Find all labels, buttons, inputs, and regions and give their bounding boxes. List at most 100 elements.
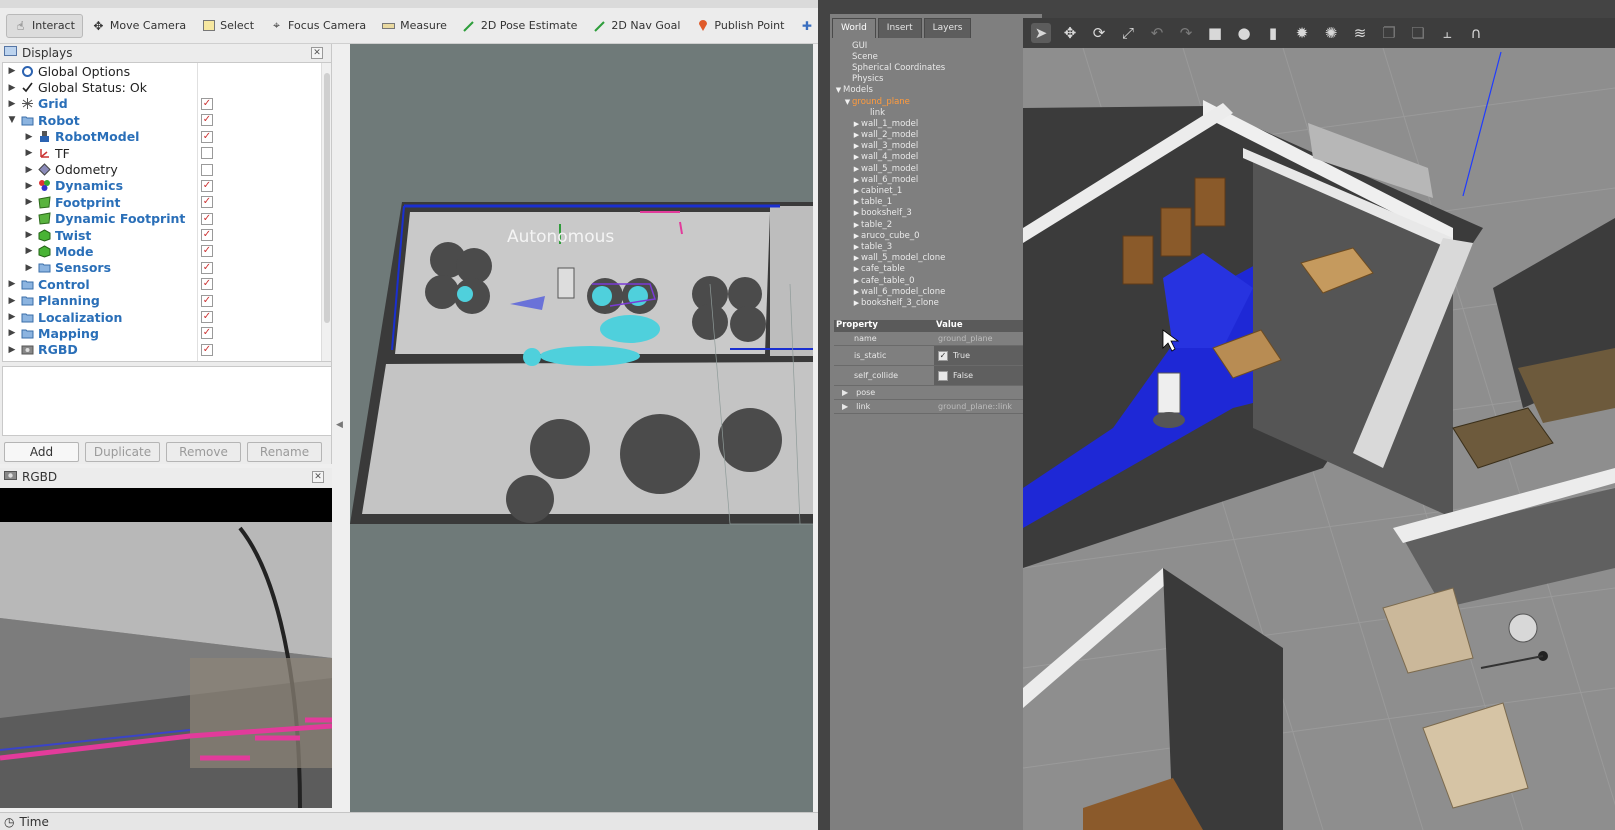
chevron-down-icon[interactable]: ▼ (7, 115, 17, 125)
select-tool[interactable]: Select (195, 14, 261, 38)
chevron-right-icon[interactable]: ▶ (852, 288, 861, 296)
display-item-global-status-ok[interactable]: ▶ Global Status: Ok (3, 79, 331, 95)
chevron-right-icon[interactable]: ▶ (852, 209, 861, 217)
display-item-mapping[interactable]: ▶ Mapping ✓ (3, 325, 331, 341)
world-tree-item[interactable]: ▼ ground_plane (834, 96, 1032, 107)
redo-icon[interactable]: ↷ (1176, 23, 1196, 43)
tab-world[interactable]: World (832, 18, 876, 38)
world-tree-item[interactable]: ▶ wall_5_model (834, 163, 1032, 174)
chevron-right-icon[interactable]: ▶ (7, 99, 17, 109)
rviz-3d-view[interactable]: Autonomous (350, 44, 813, 812)
world-tree-item[interactable]: ▶ table_1 (834, 197, 1032, 208)
is-static-checkbox[interactable]: ✓ (938, 350, 948, 361)
chevron-down-icon[interactable]: ▼ (834, 86, 843, 94)
world-tree-item[interactable]: ▶ cabinet_1 (834, 185, 1032, 196)
chevron-right-icon[interactable]: ▶ (7, 83, 17, 93)
world-tree-item[interactable]: ▶ table_3 (834, 241, 1032, 252)
chevron-right-icon[interactable]: ▶ (24, 132, 34, 142)
display-item-global-options[interactable]: ▶ Global Options (3, 63, 331, 79)
display-item-grid[interactable]: ▶ Grid ✓ (3, 96, 331, 112)
tree-scrollbar-thumb[interactable] (324, 73, 330, 323)
display-item-localization[interactable]: ▶ Localization ✓ (3, 309, 331, 325)
world-tree-item[interactable]: ▶ cafe_table (834, 264, 1032, 275)
display-item-sensors[interactable]: ▶ Sensors ✓ (3, 260, 331, 276)
display-item-planning[interactable]: ▶ Planning ✓ (3, 292, 331, 308)
property-row-pose[interactable]: ▶ pose (834, 386, 1034, 400)
display-item-control[interactable]: ▶ Control ✓ (3, 276, 331, 292)
display-enabled-checkbox[interactable]: ✓ (201, 327, 213, 340)
tree-scrollbar[interactable] (321, 63, 331, 361)
chevron-right-icon[interactable]: ▶ (852, 176, 861, 184)
rotate-icon[interactable]: ⟳ (1089, 23, 1109, 43)
world-tree-item[interactable]: ▶ aruco_cube_0 (834, 230, 1032, 241)
chevron-right-icon[interactable]: ▶ (852, 232, 861, 240)
self-collide-checkbox[interactable] (938, 370, 948, 381)
display-item-rgbd[interactable]: ▶ RGBD ✓ (3, 342, 331, 358)
chevron-right-icon[interactable]: ▶ (7, 296, 17, 306)
display-item-dynamics[interactable]: ▶ Dynamics ✓ (3, 178, 331, 194)
world-tree-item[interactable]: Scene (834, 51, 1032, 62)
self-collide-field[interactable]: False (934, 366, 1034, 385)
pose-section[interactable]: ▶ pose (834, 388, 875, 397)
add-display-button[interactable]: Add (4, 442, 79, 462)
pose-estimate-tool[interactable]: 2D Pose Estimate (456, 14, 585, 38)
chevron-right-icon[interactable]: ▶ (24, 214, 34, 224)
display-enabled-checkbox[interactable]: ✓ (201, 196, 213, 209)
link-section[interactable]: ▶ link (834, 402, 934, 411)
world-tree-item[interactable]: GUI (834, 40, 1032, 51)
tab-layers[interactable]: Layers (923, 18, 972, 38)
display-enabled-checkbox[interactable]: ✓ (201, 278, 213, 291)
chevron-right-icon[interactable]: ▶ (852, 265, 861, 273)
scale-icon[interactable]: ⤢ (1118, 23, 1138, 43)
chevron-right-icon[interactable]: ▶ (852, 153, 861, 161)
chevron-right-icon[interactable]: ▶ (24, 181, 34, 191)
chevron-right-icon[interactable]: ▶ (24, 230, 34, 240)
interact-tool[interactable]: ☝ Interact (6, 13, 83, 38)
display-item-robot[interactable]: ▼ Robot ✓ (3, 112, 331, 128)
move-camera-tool[interactable]: ✥ Move Camera (85, 14, 193, 38)
world-tree-item[interactable]: link (834, 107, 1032, 118)
align-icon[interactable]: ⫠ (1437, 23, 1457, 43)
chevron-right-icon[interactable]: ▶ (852, 187, 861, 195)
box-shape-icon[interactable]: ■ (1205, 23, 1225, 43)
chevron-right-icon[interactable]: ▶ (852, 131, 861, 139)
property-row-link[interactable]: ▶ link ground_plane::link (834, 400, 1034, 414)
chevron-right-icon[interactable]: ▶ (24, 197, 34, 207)
world-tree-item[interactable]: ▶ bookshelf_3_clone (834, 297, 1032, 308)
sphere-shape-icon[interactable]: ● (1234, 23, 1254, 43)
display-enabled-checkbox[interactable]: ✓ (201, 97, 213, 110)
measure-tool[interactable]: Measure (375, 14, 454, 38)
display-item-footprint[interactable]: ▶ Footprint ✓ (3, 194, 331, 210)
close-icon[interactable]: ✕ (311, 47, 323, 59)
is-static-field[interactable]: ✓ True (934, 346, 1034, 365)
undo-icon[interactable]: ↶ (1147, 23, 1167, 43)
world-tree-item[interactable]: ▶ wall_4_model (834, 152, 1032, 163)
expand-arrow-icon[interactable]: ▶ (842, 388, 848, 397)
translate-icon[interactable]: ✥ (1060, 23, 1080, 43)
duplicate-display-button[interactable]: Duplicate (85, 442, 160, 462)
chevron-down-icon[interactable]: ▼ (843, 98, 852, 106)
rename-display-button[interactable]: Rename (247, 442, 322, 462)
cylinder-shape-icon[interactable]: ▮ (1263, 23, 1283, 43)
nav-goal-tool[interactable]: 2D Nav Goal (586, 14, 687, 38)
chevron-right-icon[interactable]: ▶ (852, 165, 861, 173)
display-item-twist[interactable]: ▶ Twist ✓ (3, 227, 331, 243)
chevron-right-icon[interactable]: ▶ (7, 345, 17, 355)
focus-camera-tool[interactable]: ⌖ Focus Camera (263, 14, 373, 38)
gazebo-3d-scene[interactable] (1023, 48, 1615, 830)
chevron-right-icon[interactable]: ▶ (24, 165, 34, 175)
add-tool-button[interactable]: ✚ (793, 14, 820, 38)
sun-light-icon[interactable]: ✹ (1292, 23, 1312, 43)
display-enabled-checkbox[interactable]: ✓ (201, 245, 213, 258)
world-tree-item[interactable]: ▶ wall_2_model (834, 130, 1032, 141)
display-item-robotmodel[interactable]: ▶ RobotModel ✓ (3, 129, 331, 145)
display-enabled-checkbox[interactable] (201, 163, 213, 176)
display-enabled-checkbox[interactable]: ✓ (201, 294, 213, 307)
display-item-odometry[interactable]: ▶ Odometry (3, 161, 331, 177)
copy-icon[interactable]: ❐ (1379, 23, 1399, 43)
world-tree-item[interactable]: Spherical Coordinates (834, 62, 1032, 73)
display-enabled-checkbox[interactable]: ✓ (201, 261, 213, 274)
chevron-right-icon[interactable]: ▶ (852, 142, 861, 150)
chevron-right-icon[interactable]: ▶ (852, 299, 861, 307)
close-icon[interactable]: ✕ (312, 471, 324, 483)
